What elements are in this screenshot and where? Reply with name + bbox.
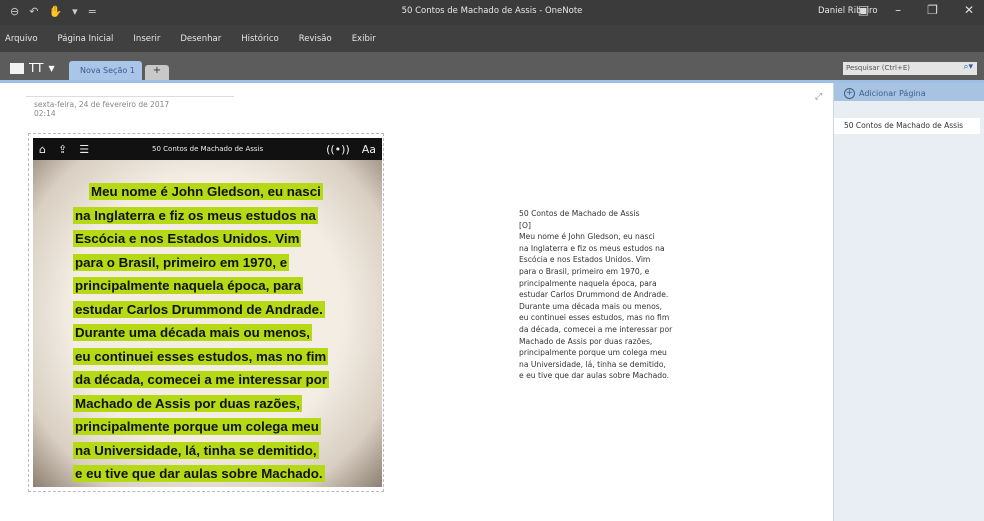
tab-inserir[interactable]: Inserir — [133, 34, 160, 44]
ocr-line: para o Brasil, primeiro em 1970, e — [519, 266, 650, 276]
ocr-line: principalmente naquela época, para — [519, 278, 657, 288]
ribbon-tabs: Arquivo Página Inicial Inserir Desenhar … — [0, 25, 984, 52]
minimize-icon[interactable]: – — [895, 3, 901, 17]
page-list-panel: + Adicionar Página 50 Contos de Machado … — [833, 83, 984, 521]
ocr-line: da década, comecei a me interessar por — [519, 324, 673, 334]
toggle-icon: ☰ — [79, 142, 90, 156]
image-line: estudar Carlos Drummond de Andrade. — [73, 300, 325, 318]
date-text: sexta-feira, 24 de fevereiro de 2017 — [34, 100, 170, 109]
ocr-line: 50 Contos de Machado de Assis — [519, 209, 640, 218]
ocr-line: Machado de Assis por duas razões, — [519, 336, 653, 346]
image-line: para o Brasil, primeiro em 1970, e — [73, 253, 290, 271]
image-line: principalmente naquela época, para — [73, 277, 304, 294]
image-text: Meu nome é John Gledson, eu nasci na Ing… — [33, 160, 382, 486]
search-placeholder: Pesquisar (Ctrl+E) — [846, 64, 910, 72]
add-page-label: Adicionar Página — [859, 89, 926, 98]
ribbon-display-icon[interactable]: ▣ — [858, 3, 869, 17]
font-icon: Aa — [361, 142, 376, 156]
image-toolbar: ⌂ ⇪ ☰ 50 Contos de Machado de Assis ((•)… — [33, 138, 382, 160]
ocr-line: na Inglaterra e fiz os meus estudos na — [519, 243, 665, 253]
ocr-line: eu continuei esses estudos, mas no fim — [519, 313, 670, 323]
tab-desenhar[interactable]: Desenhar — [180, 34, 221, 44]
notebook-name: TT — [29, 61, 44, 75]
title-bar: ⊖ ↶ ✋ ▾ = 50 Contos de Machado de Assis … — [0, 0, 984, 25]
tab-historico[interactable]: Histórico — [241, 34, 278, 44]
ocr-line: Durante uma década mais ou menos, — [519, 301, 663, 311]
section-tab[interactable]: Nova Seção 1 — [69, 61, 142, 80]
page-date: sexta-feira, 24 de fevereiro de 2017 02:… — [26, 96, 234, 118]
time-text: 02:14 — [34, 109, 56, 118]
image-line: Machado de Assis por duas razões, — [73, 394, 302, 412]
tab-revisao[interactable]: Revisão — [299, 34, 332, 44]
ebook-screenshot-image[interactable]: ⌂ ⇪ ☰ 50 Contos de Machado de Assis ((•)… — [33, 138, 382, 487]
image-line: da década, comecei a me interessar por — [73, 371, 330, 388]
image-title: 50 Contos de Machado de Assis — [152, 145, 264, 153]
plus-icon: + — [844, 88, 855, 99]
page-list-item[interactable]: 50 Contos de Machado de Assis — [834, 118, 980, 134]
search-icon[interactable]: ⌕▾ — [963, 62, 973, 72]
tab-pagina-inicial[interactable]: Página Inicial — [58, 34, 114, 44]
chevron-down-icon: ▼ — [48, 63, 55, 73]
image-line: Durante uma década mais ou menos, — [73, 324, 312, 341]
image-line: e eu tive que dar aulas sobre Machado. — [73, 465, 325, 482]
image-line: principalmente porque um colega meu — [73, 418, 321, 435]
add-section-button[interactable]: + — [145, 65, 169, 80]
image-line: na Universidade, lá, tinha se demitido, — [73, 441, 319, 459]
share-icon: ⇪ — [57, 142, 68, 156]
ocr-line: [O] — [519, 220, 531, 230]
image-line: eu continuei esses estudos, mas no fim — [73, 347, 329, 365]
image-line: na Inglaterra e fiz os meus estudos na — [73, 206, 318, 224]
audio-icon: ((•)) — [326, 142, 350, 156]
ocr-line: principalmente porque um colega meu — [519, 348, 667, 358]
home-icon: ⌂ — [39, 142, 46, 156]
close-icon[interactable]: ✕ — [964, 3, 974, 17]
restore-icon[interactable]: ❐ — [927, 3, 938, 17]
image-line: Meu nome é John Gledson, eu nasci — [89, 183, 323, 200]
image-line: Escócia e nos Estados Unidos. Vim — [73, 230, 302, 247]
ocr-text-block[interactable]: 50 Contos de Machado de Assis [O] Meu no… — [519, 208, 672, 382]
ocr-line: Meu nome é John Gledson, eu nasci — [519, 232, 655, 242]
ocr-line: e eu tive que dar aulas sobre Machado. — [519, 371, 670, 381]
ocr-line: na Universidade, lá, tinha se demitido, — [519, 359, 666, 369]
section-bar: TT ▼ Nova Seção 1 + Pesquisar (Ctrl+E) ⌕… — [0, 52, 984, 80]
notebook-icon — [10, 62, 24, 74]
add-page-button[interactable]: + Adicionar Página — [834, 83, 984, 101]
expand-icon[interactable]: ⤢ — [815, 92, 822, 102]
ocr-line: estudar Carlos Drummond de Andrade. — [519, 290, 669, 300]
tab-exibir[interactable]: Exibir — [352, 34, 376, 44]
search-input[interactable]: Pesquisar (Ctrl+E) ⌕▾ — [843, 62, 977, 75]
tab-arquivo[interactable]: Arquivo — [5, 34, 38, 44]
ocr-line: Escócia e nos Estados Unidos. Vim — [519, 255, 651, 265]
notebook-selector[interactable]: TT ▼ — [10, 61, 55, 75]
